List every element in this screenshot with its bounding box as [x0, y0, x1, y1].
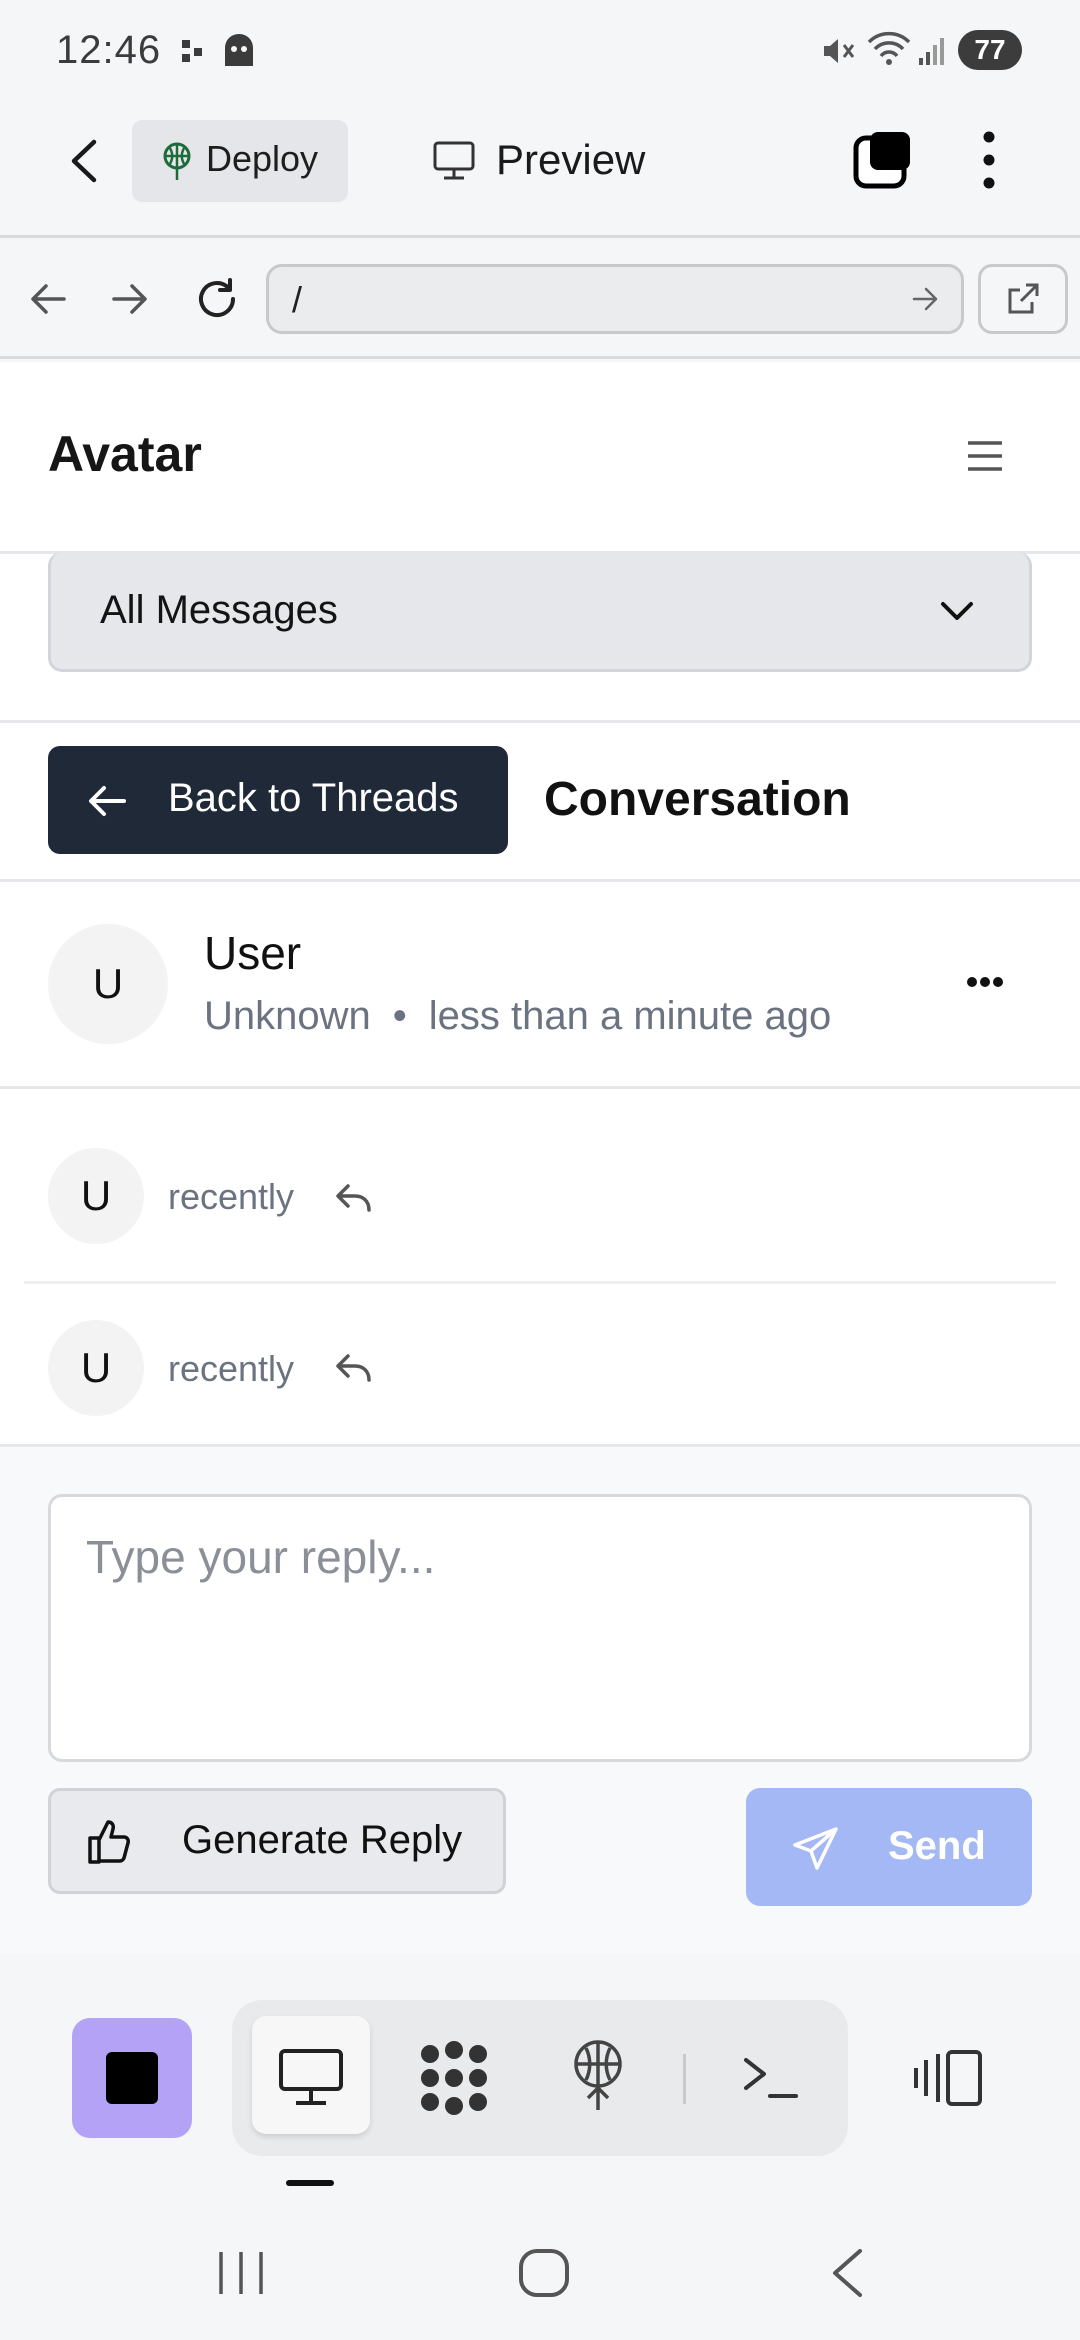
browser-back-icon[interactable] — [30, 282, 66, 316]
generate-reply-label: Generate Reply — [182, 1818, 463, 1862]
monitor-icon — [278, 2048, 344, 2106]
deploy-label: Deploy — [206, 138, 319, 179]
signal-icon — [918, 34, 948, 66]
more-options-icon[interactable] — [982, 130, 996, 190]
back-to-threads-label: Back to Threads — [168, 776, 459, 820]
ghost-app-icon — [222, 32, 256, 68]
terminal-icon[interactable] — [742, 2054, 800, 2102]
status-bar: 12:46 77 — [0, 0, 1080, 100]
mute-icon — [820, 34, 856, 68]
filter-selected-value: All Messages — [100, 588, 338, 632]
thread-options-icon[interactable] — [966, 976, 1004, 988]
recent-apps-icon[interactable] — [216, 2250, 266, 2296]
hamburger-menu-icon[interactable] — [966, 440, 1004, 472]
meta-separator: • — [392, 994, 407, 1038]
thread-meta: Unknown • less than a minute ago — [204, 994, 831, 1039]
thread-source: Unknown — [204, 994, 371, 1038]
url-input[interactable] — [266, 264, 964, 334]
active-tool-indicator — [286, 2180, 334, 2186]
url-text: / — [292, 279, 303, 320]
monitor-icon — [432, 140, 476, 182]
deploy-tool-icon[interactable] — [568, 2040, 628, 2112]
home-icon[interactable] — [518, 2248, 570, 2298]
go-arrow-icon[interactable] — [912, 286, 940, 312]
page-title: Avatar — [48, 426, 202, 482]
arrow-left-icon — [88, 784, 126, 818]
filter-divider — [0, 720, 1080, 723]
send-label: Send — [888, 1824, 986, 1868]
thread-time: less than a minute ago — [428, 994, 832, 1038]
reply-icon[interactable] — [334, 1182, 374, 1214]
message-avatar: U — [48, 1148, 144, 1244]
message-divider — [24, 1281, 1056, 1284]
panel-toggle-icon[interactable] — [912, 2048, 984, 2108]
thread-header-divider — [0, 1086, 1080, 1089]
reload-icon[interactable] — [194, 276, 240, 322]
tabs-switcher-icon[interactable] — [852, 128, 914, 190]
clock: 12:46 — [56, 28, 162, 72]
browser-forward-icon[interactable] — [112, 282, 148, 316]
conversation-divider — [0, 879, 1080, 882]
message-avatar: U — [48, 1320, 144, 1416]
reply-icon[interactable] — [334, 1352, 374, 1384]
external-link-icon — [1006, 282, 1040, 316]
chevron-down-icon — [940, 600, 974, 622]
deploy-icon — [160, 142, 194, 182]
avatar: U — [48, 924, 168, 1044]
stop-icon — [106, 2052, 158, 2104]
workflow-tool-icon[interactable] — [416, 2040, 492, 2116]
thumbs-up-icon — [86, 1818, 134, 1866]
back-arrow-icon[interactable] — [66, 138, 102, 184]
send-icon — [792, 1826, 840, 1872]
reply-placeholder: Type your reply... — [86, 1531, 436, 1583]
preview-tab[interactable]: Preview — [496, 136, 645, 184]
thread-user-name: User — [204, 927, 302, 979]
system-back-icon[interactable] — [830, 2248, 864, 2298]
message-time: recently — [168, 1176, 295, 1217]
wifi-icon — [866, 30, 912, 68]
battery-indicator: 77 — [958, 30, 1022, 70]
notification-icon — [180, 38, 206, 64]
conversation-title: Conversation — [544, 773, 851, 826]
tool-separator — [683, 2054, 686, 2104]
message-time: recently — [168, 1348, 295, 1389]
